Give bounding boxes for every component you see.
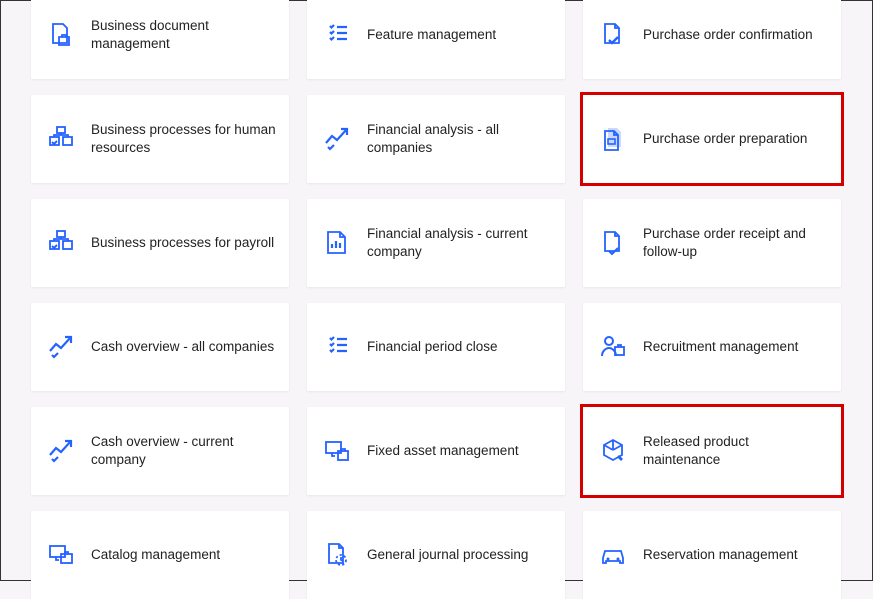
tile-label: Purchase order preparation [643,130,807,148]
tile-fixed-asset-management[interactable]: Fixed asset management [307,407,565,495]
tile-general-journal-processing[interactable]: General journal processing [307,511,565,599]
tile-financial-analysis-all[interactable]: Financial analysis - all companies [307,95,565,183]
tile-financial-analysis-current[interactable]: Financial analysis - current company [307,199,565,287]
tile-label: Reservation management [643,546,798,564]
tile-purchase-order-confirmation[interactable]: Purchase order confirmation [583,0,841,79]
tile-feature-management[interactable]: Feature management [307,0,565,79]
document-processing-icon [321,539,353,571]
tile-label: Financial analysis - all companies [367,121,553,157]
checklist-icon [321,19,353,51]
tile-purchase-order-preparation[interactable]: Purchase order preparation [583,95,841,183]
tile-label: Financial analysis - current company [367,225,553,261]
workspace-tile-grid: Business document management Feature man… [1,0,872,599]
document-briefcase-icon [45,19,77,51]
process-flow-icon [45,123,77,155]
tile-cash-overview-current[interactable]: Cash overview - current company [31,407,289,495]
tile-business-document-management[interactable]: Business document management [31,0,289,79]
tile-label: Recruitment management [643,338,798,356]
monitor-briefcase-icon [321,435,353,467]
document-check-icon [597,19,629,51]
tile-label: Catalog management [91,546,220,564]
tile-label: Cash overview - current company [91,433,277,469]
tile-label: Feature management [367,26,496,44]
tile-financial-period-close[interactable]: Financial period close [307,303,565,391]
tile-catalog-management[interactable]: Catalog management [31,511,289,599]
checklist-icon [321,331,353,363]
document-receipt-icon [597,227,629,259]
tile-label: Purchase order receipt and follow-up [643,225,829,261]
tile-business-processes-hr[interactable]: Business processes for human resources [31,95,289,183]
tile-label: Purchase order confirmation [643,26,813,44]
tile-recruitment-management[interactable]: Recruitment management [583,303,841,391]
tile-label: Released product maintenance [643,433,829,469]
tile-label: Business processes for payroll [91,234,274,252]
trend-check-icon [321,123,353,155]
tile-label: Fixed asset management [367,442,519,460]
car-icon [597,539,629,571]
tile-label: Financial period close [367,338,498,356]
tile-reservation-management[interactable]: Reservation management [583,511,841,599]
tile-cash-overview-all[interactable]: Cash overview - all companies [31,303,289,391]
trend-check-icon [45,331,77,363]
tile-purchase-order-receipt[interactable]: Purchase order receipt and follow-up [583,199,841,287]
document-barchart-icon [321,227,353,259]
tile-released-product-maintenance[interactable]: Released product maintenance [583,407,841,495]
trend-check-icon [45,435,77,467]
catalog-icon [45,539,77,571]
process-flow-icon [45,227,77,259]
documents-stack-icon [597,123,629,155]
person-briefcase-icon [597,331,629,363]
tile-label: General journal processing [367,546,528,564]
tile-label: Cash overview - all companies [91,338,274,356]
tile-label: Business document management [91,17,277,53]
tile-business-processes-payroll[interactable]: Business processes for payroll [31,199,289,287]
cube-edit-icon [597,435,629,467]
tile-label: Business processes for human resources [91,121,277,157]
